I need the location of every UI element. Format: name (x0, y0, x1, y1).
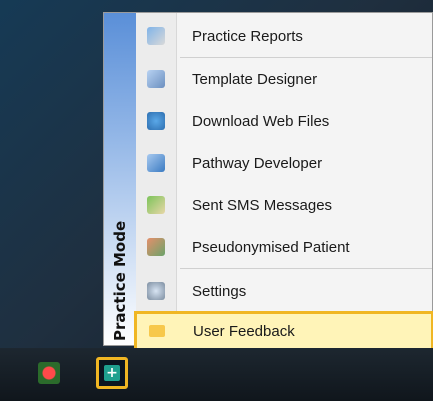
menu-item-practice-reports[interactable]: Practice Reports (136, 16, 432, 56)
settings-icon (147, 282, 165, 300)
menu-item-settings[interactable]: Settings (136, 271, 432, 311)
feedback-icon (149, 325, 165, 337)
menu-item-pseudonymised-patient[interactable]: Pseudonymised Patient (136, 227, 432, 267)
pathway-icon (147, 154, 165, 172)
menu-item-label: Pathway Developer (192, 154, 323, 172)
download-web-icon (147, 112, 165, 130)
menu-item-label: Sent SMS Messages (192, 196, 333, 214)
menu-item-label: Template Designer (192, 70, 318, 88)
cross-icon: + (104, 365, 120, 381)
menu-separator (180, 268, 432, 269)
menu-item-pathway-developer[interactable]: Pathway Developer (136, 143, 432, 183)
menu-item-sent-sms[interactable]: Sent SMS Messages (136, 185, 432, 225)
menu-item-label: Practice Reports (192, 27, 303, 45)
patient-icon (147, 238, 165, 256)
template-designer-icon (147, 70, 165, 88)
red-app-icon[interactable] (38, 362, 60, 384)
menu-item-template-designer[interactable]: Template Designer (136, 59, 432, 99)
menu-item-label: Settings (192, 282, 247, 300)
menu-item-label: User Feedback (193, 322, 295, 340)
taskbar (0, 348, 433, 401)
menu-item-label: Pseudonymised Patient (192, 238, 350, 256)
practice-mode-menu: Practice Mode Practice Reports Template … (103, 12, 433, 351)
menu-item-user-feedback[interactable]: User Feedback (134, 311, 433, 351)
reports-icon (147, 27, 165, 45)
menu-item-label: Download Web Files (192, 112, 330, 130)
sms-icon (147, 196, 165, 214)
practice-app-icon[interactable]: + (96, 357, 128, 389)
menu-item-download-web-files[interactable]: Download Web Files (136, 101, 432, 141)
menu-separator (180, 57, 432, 58)
side-label: Practice Mode (111, 220, 129, 341)
